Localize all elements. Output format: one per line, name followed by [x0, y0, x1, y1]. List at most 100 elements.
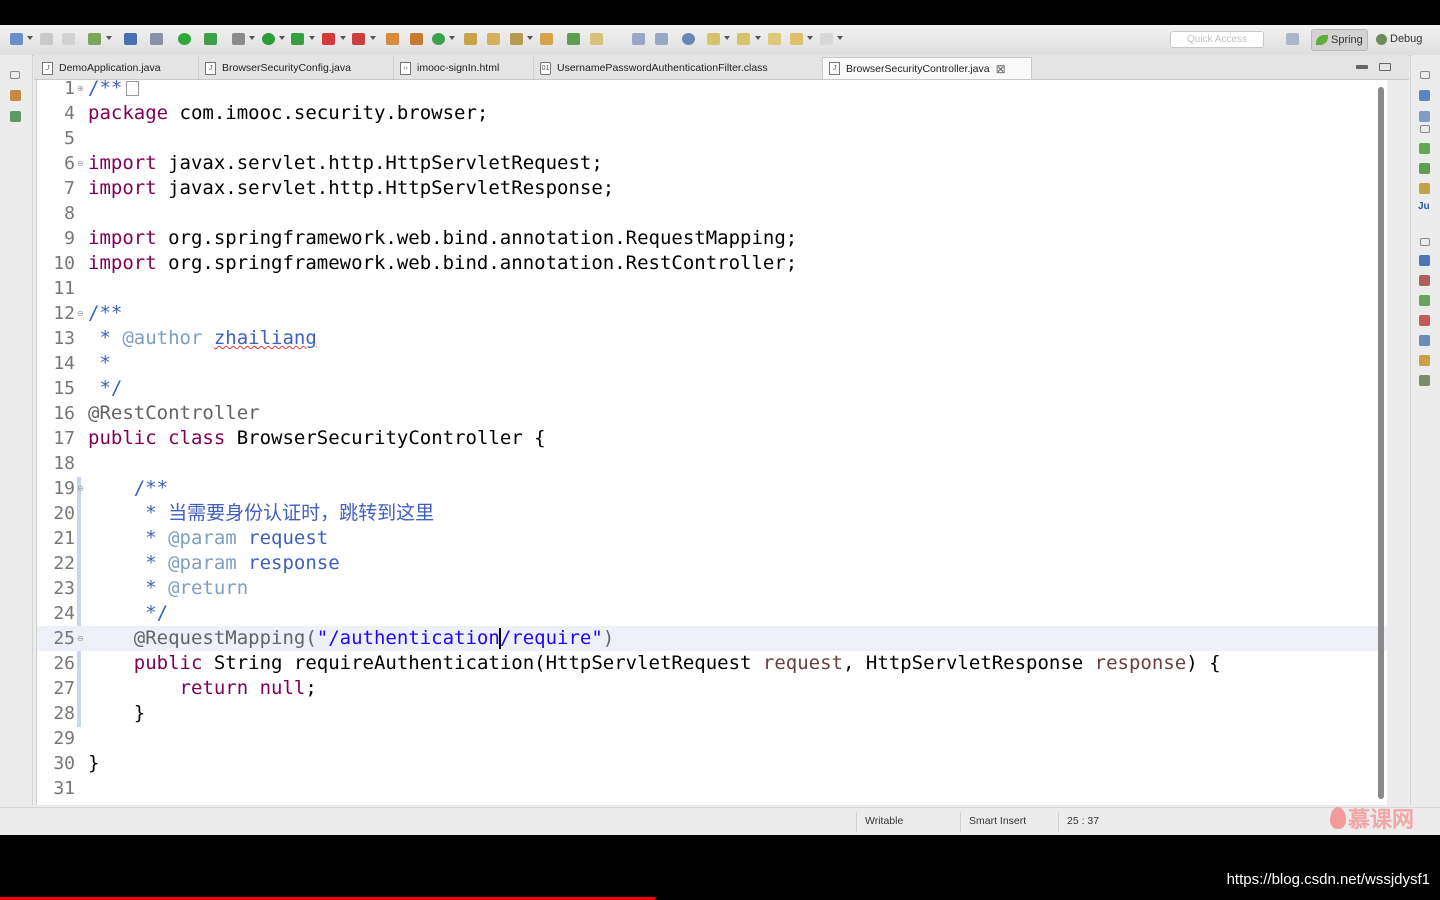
- type-hierarchy-icon[interactable]: [10, 111, 21, 122]
- servers-icon[interactable]: [1419, 183, 1430, 194]
- beans-icon[interactable]: [1419, 163, 1430, 174]
- junit-icon[interactable]: Ju: [1418, 201, 1432, 212]
- perspective-spring-button[interactable]: Spring: [1311, 29, 1368, 51]
- javadoc-tag: @author: [122, 327, 203, 349]
- previous-annotation-dropdown-icon[interactable]: [755, 36, 761, 40]
- restore-icon[interactable]: [1420, 238, 1430, 246]
- comment: *: [88, 327, 123, 349]
- highlight-icon[interactable]: [590, 33, 603, 45]
- line-number: 9: [64, 228, 75, 249]
- keyword: package: [88, 102, 169, 124]
- error-log-icon[interactable]: [1419, 315, 1430, 326]
- close-icon[interactable]: ⊠: [996, 62, 1006, 76]
- tab-usernamepasswordauthenticationfilter[interactable]: 01 UsernamePasswordAuthenticationFilter.…: [534, 57, 824, 79]
- relaunch-dropdown-icon[interactable]: [370, 36, 376, 40]
- search-icon[interactable]: [510, 33, 523, 45]
- line-number: 14: [53, 353, 75, 374]
- code-text: *: [88, 351, 110, 376]
- new-class-icon[interactable]: [386, 33, 399, 45]
- next-annotation-dropdown-icon[interactable]: [724, 36, 730, 40]
- run-server-icon[interactable]: [178, 33, 191, 45]
- vertical-scrollbar[interactable]: [1378, 87, 1384, 799]
- next-annotation-icon[interactable]: [707, 33, 720, 45]
- progress-view-icon[interactable]: [1419, 295, 1430, 306]
- debug-icon[interactable]: [232, 33, 245, 45]
- relaunch-icon[interactable]: [352, 33, 365, 45]
- previous-annotation-icon[interactable]: [737, 33, 750, 45]
- open-folder-icon[interactable]: [487, 33, 500, 45]
- toggle-mark-icon[interactable]: [632, 33, 645, 45]
- new-dropdown-icon[interactable]: [27, 36, 33, 40]
- coverage-icon[interactable]: [291, 33, 304, 45]
- minimize-icon[interactable]: [1356, 65, 1368, 69]
- open-perspective-icon[interactable]: [1286, 33, 1299, 45]
- console-icon[interactable]: [1419, 255, 1430, 266]
- new-package-icon[interactable]: [410, 33, 423, 45]
- save-icon[interactable]: [40, 33, 53, 45]
- flame-icon: [1330, 807, 1346, 829]
- watermark-url: https://blog.csdn.net/wssjdysf1: [1226, 871, 1430, 888]
- line-number: 5: [64, 128, 75, 149]
- tab-browsersecuritycontroller[interactable]: J BrowserSecurityController.java ⊠: [822, 57, 1032, 79]
- search-results-icon[interactable]: [1419, 355, 1430, 366]
- debug-dropdown-icon[interactable]: [249, 36, 255, 40]
- spring-explorer-icon[interactable]: [1419, 143, 1430, 154]
- refresh-dropdown-icon[interactable]: [449, 36, 455, 40]
- refresh-icon[interactable]: [432, 33, 445, 45]
- last-edit-icon[interactable]: [768, 33, 781, 45]
- call-hierarchy-icon[interactable]: [1419, 375, 1430, 386]
- restore-icon[interactable]: [1420, 71, 1430, 79]
- fold-collapse-icon[interactable]: ⊖: [77, 159, 84, 168]
- code-line: 6 ⊖ import javax.servlet.http.HttpServle…: [37, 151, 1387, 176]
- debug-server-icon[interactable]: [204, 33, 217, 45]
- pin-icon[interactable]: [567, 33, 580, 45]
- quick-access-input[interactable]: Quick Access: [1170, 31, 1264, 48]
- editor-tab-bar: J DemoApplication.java J BrowserSecurity…: [34, 55, 1409, 80]
- run-dropdown-icon[interactable]: [279, 36, 285, 40]
- coverage-dropdown-icon[interactable]: [309, 36, 315, 40]
- new-icon[interactable]: [10, 33, 23, 45]
- code-token: ) {: [1186, 652, 1221, 674]
- back-icon[interactable]: [790, 33, 803, 45]
- open-type-icon[interactable]: [464, 33, 477, 45]
- maximize-icon[interactable]: [1379, 63, 1391, 71]
- block-select-icon[interactable]: [655, 33, 668, 45]
- forward-dropdown-icon[interactable]: [837, 36, 843, 40]
- external-tools-dropdown-icon[interactable]: [340, 36, 346, 40]
- external-tools-icon[interactable]: [322, 33, 335, 45]
- line-number: 16: [53, 403, 75, 424]
- search-dropdown-icon[interactable]: [527, 36, 533, 40]
- export-icon[interactable]: [88, 33, 101, 45]
- web-browser-icon[interactable]: [682, 33, 695, 45]
- export-dropdown-icon[interactable]: [106, 36, 112, 40]
- history-icon[interactable]: [1419, 335, 1430, 346]
- problems-icon[interactable]: [1419, 275, 1430, 286]
- tab-browsersecurityconfig[interactable]: J BrowserSecurityConfig.java: [199, 57, 394, 79]
- imooc-logo: 慕课网: [1330, 802, 1414, 834]
- outline-icon[interactable]: [1419, 90, 1430, 101]
- back-dropdown-icon[interactable]: [807, 36, 813, 40]
- code-editor[interactable]: 1 ⊕ /** 4 package com.imooc.security.bro…: [36, 80, 1387, 805]
- tab-demoapplication[interactable]: J DemoApplication.java: [36, 57, 199, 79]
- fold-collapse-icon[interactable]: ⊖: [77, 634, 84, 643]
- tab-imooc-signin[interactable]: ‹› imooc-signIn.html: [394, 57, 534, 79]
- package-explorer-icon[interactable]: [10, 90, 21, 101]
- fold-expand-icon[interactable]: ⊕: [77, 84, 84, 93]
- save-all-icon[interactable]: [62, 33, 75, 45]
- terminal-icon[interactable]: [124, 33, 137, 45]
- skip-breakpoints-icon[interactable]: [150, 33, 163, 45]
- restore-icon[interactable]: [10, 71, 20, 79]
- fold-collapse-icon[interactable]: ⊖: [77, 309, 84, 318]
- restore-icon[interactable]: [1420, 125, 1430, 133]
- open-task-icon[interactable]: [540, 33, 553, 45]
- line-number: 8: [64, 203, 75, 224]
- keyword: public: [133, 652, 203, 674]
- perspective-debug-button[interactable]: Debug: [1372, 29, 1426, 49]
- tab-label: imooc-signIn.html: [417, 62, 500, 74]
- right-trim-bar: Ju: [1410, 55, 1440, 805]
- fold-collapse-icon[interactable]: ⊖: [77, 484, 84, 493]
- run-icon[interactable]: [262, 33, 275, 45]
- task-list-icon[interactable]: [1419, 111, 1430, 122]
- forward-icon[interactable]: [820, 33, 833, 45]
- code-text: /**: [88, 301, 122, 326]
